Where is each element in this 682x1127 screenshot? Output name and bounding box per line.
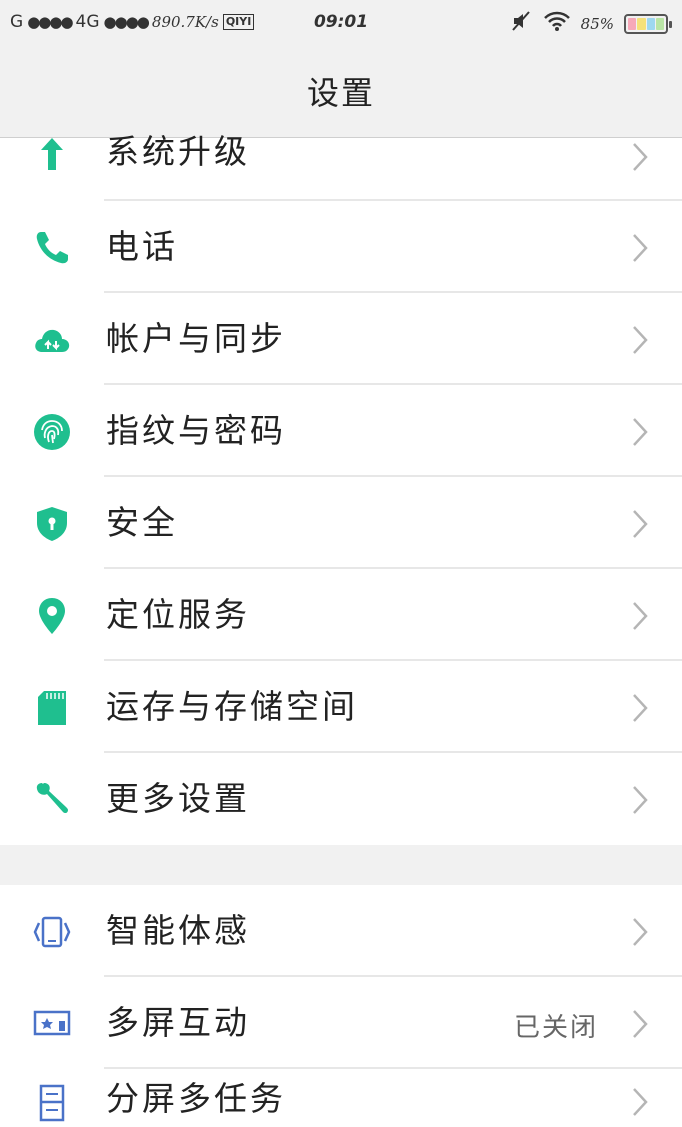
title-bar: 设置 (0, 46, 682, 138)
settings-item-smart-motion[interactable]: 智能体感 (0, 885, 682, 977)
chevron-right-icon (630, 140, 650, 174)
chevron-right-icon (630, 323, 650, 357)
shield-icon (32, 504, 72, 544)
settings-group-1: 系统升级 电话 帐户与同步 指纹与密码 安全 定位服务 运存与存储空间 更多设置 (0, 132, 682, 845)
settings-item-system-update[interactable]: 系统升级 (0, 132, 682, 201)
location-pin-icon (32, 596, 72, 636)
chevron-right-icon (630, 415, 650, 449)
settings-item-label: 帐户与同步 (106, 319, 286, 358)
phone-icon (32, 228, 72, 268)
settings-item-label: 更多设置 (106, 779, 250, 818)
settings-item-multi-screen[interactable]: 多屏互动 已关闭 (0, 977, 682, 1069)
arrow-up-icon (32, 134, 72, 174)
settings-item-label: 分屏多任务 (106, 1079, 286, 1118)
settings-item-split-screen[interactable]: 分屏多任务 (0, 1069, 682, 1127)
battery-percent: 85% (580, 14, 614, 33)
settings-item-phone[interactable]: 电话 (0, 201, 682, 293)
settings-item-more-settings[interactable]: 更多设置 (0, 753, 682, 845)
settings-group-2: 智能体感 多屏互动 已关闭 分屏多任务 (0, 885, 682, 1127)
chevron-right-icon (630, 915, 650, 949)
motion-sense-icon (32, 912, 72, 952)
multi-screen-icon (32, 1004, 72, 1044)
status-value: 已关闭 (513, 1013, 598, 1043)
cloud-sync-icon (32, 320, 72, 360)
fingerprint-icon (32, 412, 72, 452)
settings-item-fingerprint-password[interactable]: 指纹与密码 (0, 385, 682, 477)
settings-item-label: 电话 (106, 227, 178, 266)
wifi-icon (543, 10, 571, 37)
settings-item-account-sync[interactable]: 帐户与同步 (0, 293, 682, 385)
settings-item-security[interactable]: 安全 (0, 477, 682, 569)
battery-icon (624, 13, 672, 34)
chevron-right-icon (630, 231, 650, 265)
settings-item-ram-storage[interactable]: 运存与存储空间 (0, 661, 682, 753)
wrench-icon (32, 780, 72, 820)
status-right: 85% (511, 10, 672, 37)
chevron-right-icon (630, 599, 650, 633)
settings-item-label: 智能体感 (106, 911, 250, 950)
settings-item-label: 安全 (106, 503, 178, 542)
chevron-right-icon (630, 691, 650, 725)
mute-icon (511, 10, 533, 37)
settings-item-label: 定位服务 (106, 595, 250, 634)
sd-card-icon (32, 688, 72, 728)
settings-item-label: 多屏互动 (106, 1003, 250, 1042)
settings-item-label: 运存与存储空间 (106, 687, 358, 726)
chevron-right-icon (630, 783, 650, 817)
status-bar: G ●●●● 4G ●●●● 890.7K/s QIYI 09:01 85% (0, 0, 682, 46)
split-screen-icon (32, 1083, 72, 1123)
section-separator (0, 845, 682, 885)
page-title: 设置 (306, 73, 375, 112)
chevron-right-icon (630, 1085, 650, 1119)
settings-item-label: 系统升级 (106, 132, 250, 171)
settings-item-label: 指纹与密码 (106, 411, 286, 450)
chevron-right-icon (630, 507, 650, 541)
chevron-right-icon (630, 1007, 650, 1041)
settings-item-location-service[interactable]: 定位服务 (0, 569, 682, 661)
